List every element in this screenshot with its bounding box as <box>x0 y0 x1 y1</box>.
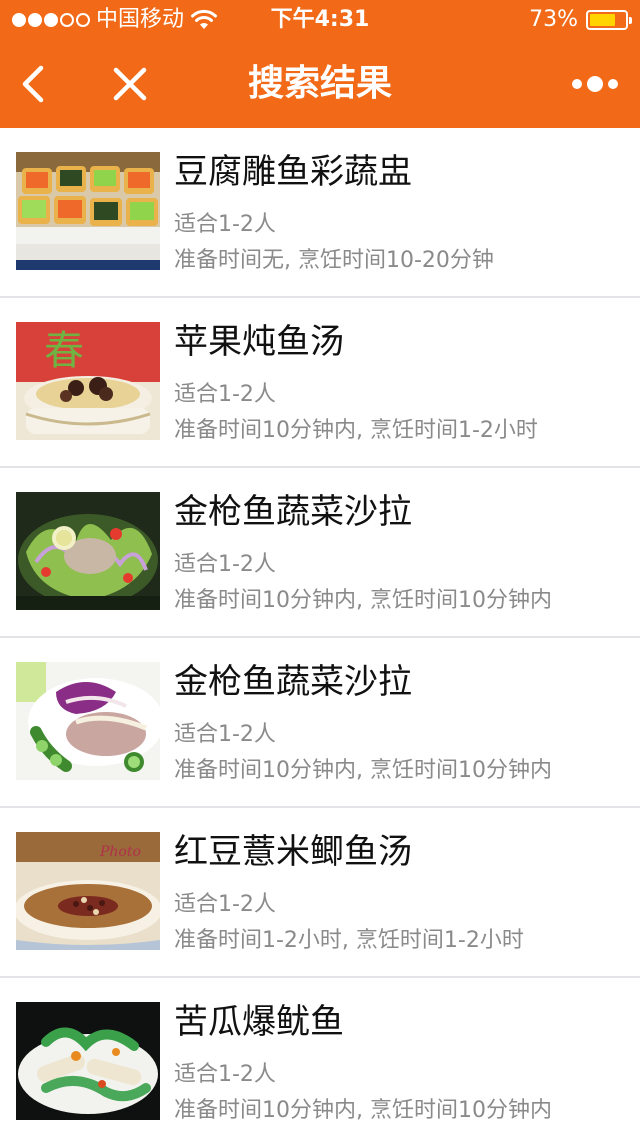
page-title: 搜索结果 <box>247 63 392 104</box>
chevron-left-icon <box>22 65 44 103</box>
result-item[interactable]: 豆腐雕鱼彩蔬盅 适合1-2人 准备时间无, 烹饪时间10-20分钟 <box>0 128 640 298</box>
back-button[interactable] <box>4 54 64 114</box>
tuna-salad-plate-photo <box>16 662 160 780</box>
tuna-salad-photo <box>16 492 160 610</box>
result-serves: 适合1-2人 <box>174 722 276 747</box>
result-item[interactable]: 苦瓜爆鱿鱼 适合1-2人 准备时间10分钟内, 烹饪时间10分钟内 <box>0 978 640 1136</box>
result-title: 红豆薏米鲫鱼汤 <box>174 832 412 872</box>
tofu-cups-photo <box>16 152 160 270</box>
more-button[interactable] <box>560 54 630 114</box>
result-item[interactable]: 金枪鱼蔬菜沙拉 适合1-2人 准备时间10分钟内, 烹饪时间10分钟内 <box>0 638 640 808</box>
result-time: 准备时间无, 烹饪时间10-20分钟 <box>174 248 494 273</box>
battery-fill <box>590 14 615 26</box>
result-time: 准备时间1-2小时, 烹饪时间1-2小时 <box>174 928 524 953</box>
result-item[interactable]: Photo 红豆薏米鲫鱼汤 适合1-2人 准备时间1-2小时, 烹饪时间1-2小… <box>0 808 640 978</box>
result-time: 准备时间10分钟内, 烹饪时间10分钟内 <box>174 588 552 613</box>
result-time: 准备时间10分钟内, 烹饪时间10分钟内 <box>174 1098 552 1123</box>
status-bar: 中国移动 下午4:31 73% <box>0 0 640 40</box>
result-serves: 适合1-2人 <box>174 552 276 577</box>
svg-text:Photo: Photo <box>99 844 141 860</box>
apple-fish-soup-photo: 春 <box>16 322 160 440</box>
status-right: 73% <box>529 6 632 34</box>
more-dots-icon <box>572 76 618 92</box>
result-time: 准备时间10分钟内, 烹饪时间10分钟内 <box>174 758 552 783</box>
result-serves: 适合1-2人 <box>174 212 276 237</box>
result-title: 豆腐雕鱼彩蔬盅 <box>174 152 412 192</box>
battery-icon <box>586 10 632 30</box>
result-serves: 适合1-2人 <box>174 892 276 917</box>
bitter-melon-squid-photo <box>16 1002 160 1120</box>
result-title: 金枪鱼蔬菜沙拉 <box>174 492 412 532</box>
red-bean-fish-soup-photo: Photo <box>16 832 160 950</box>
top-bar: 中国移动 下午4:31 73% 搜索结果 <box>0 0 640 128</box>
result-time: 准备时间10分钟内, 烹饪时间1-2小时 <box>174 418 538 443</box>
svg-text:春: 春 <box>44 328 84 374</box>
close-button[interactable] <box>100 54 160 114</box>
search-results-list: 豆腐雕鱼彩蔬盅 适合1-2人 准备时间无, 烹饪时间10-20分钟 春 苹果炖鱼… <box>0 128 640 1136</box>
result-item[interactable]: 春 苹果炖鱼汤 适合1-2人 准备时间10分钟内, 烹饪时间1-2小时 <box>0 298 640 468</box>
result-title: 苹果炖鱼汤 <box>174 322 344 362</box>
battery-percent: 73% <box>529 7 578 32</box>
result-serves: 适合1-2人 <box>174 1062 276 1087</box>
nav-bar: 搜索结果 <box>0 40 640 128</box>
result-item[interactable]: 金枪鱼蔬菜沙拉 适合1-2人 准备时间10分钟内, 烹饪时间10分钟内 <box>0 468 640 638</box>
result-title: 金枪鱼蔬菜沙拉 <box>174 662 412 702</box>
close-icon <box>113 67 147 101</box>
result-serves: 适合1-2人 <box>174 382 276 407</box>
result-title: 苦瓜爆鱿鱼 <box>174 1002 344 1042</box>
